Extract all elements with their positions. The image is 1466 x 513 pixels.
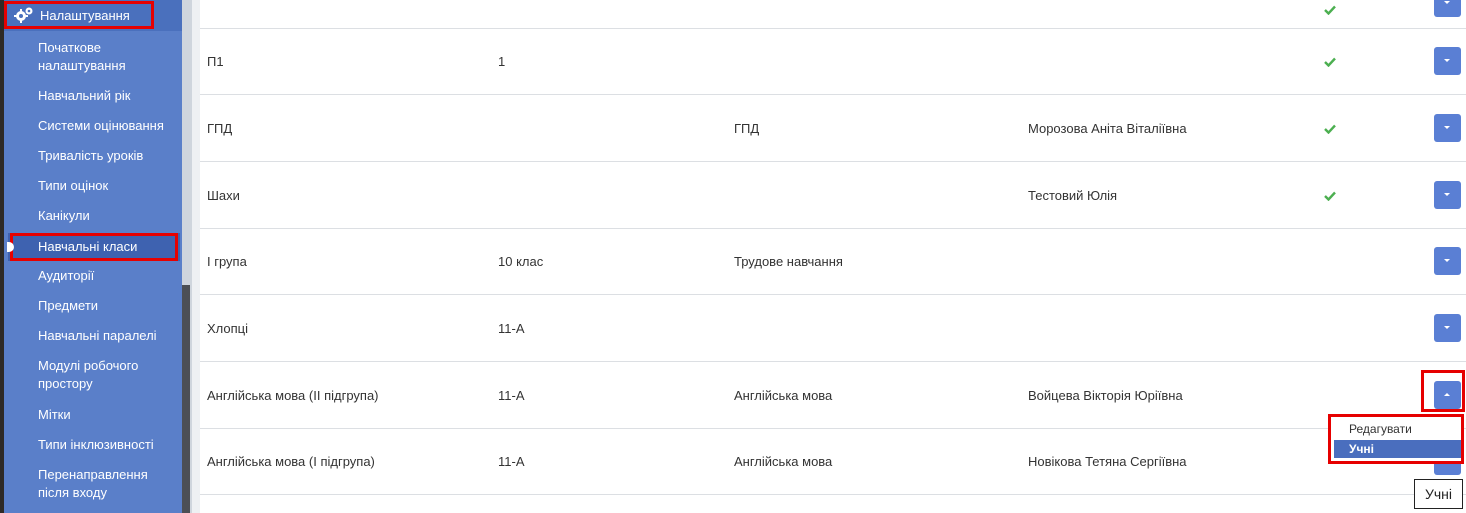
cell-teacher: Морозова Аніта Віталіївна <box>1028 121 1187 136</box>
cell-class: 11-А <box>498 388 525 403</box>
cell-name: Хлопці <box>207 321 249 336</box>
caret-down-icon <box>1444 326 1450 329</box>
cell-subject: Англійська мова <box>734 454 833 469</box>
menu-item-edit[interactable]: Редагувати <box>1334 420 1461 438</box>
sidebar-item-grading-systems[interactable]: Системи оцінювання <box>38 117 178 135</box>
sidebar-item-grade-types[interactable]: Типи оцінок <box>38 177 178 195</box>
cell-teacher: Новікова Тетяна Сергіївна <box>1028 454 1187 469</box>
highlight-box <box>1421 370 1465 412</box>
cell-class: 10 клас <box>498 254 544 269</box>
cell-teacher: Тестовий Юлія <box>1028 188 1118 203</box>
table-row: Хлопці 11-А <box>200 295 1466 362</box>
table-row: ГПД ГПД Морозова Аніта Віталіївна <box>200 95 1466 162</box>
row-actions-menu: Редагувати Учні <box>1328 414 1464 464</box>
check-icon <box>1324 191 1336 201</box>
row-actions-button[interactable] <box>1434 114 1461 142</box>
cell-subject: Англійська мова <box>734 388 833 403</box>
row-actions-button[interactable] <box>1434 181 1461 209</box>
sidebar-item-tags[interactable]: Мітки <box>38 406 178 424</box>
sidebar-item-classes-active[interactable]: Навчальні класи <box>7 233 180 261</box>
sidebar-item-school-year[interactable]: Навчальний рік <box>38 87 178 105</box>
caret-down-icon <box>1444 259 1450 262</box>
content-border <box>192 0 200 513</box>
row-actions-button[interactable] <box>1434 314 1461 342</box>
sidebar-item-subjects[interactable]: Предмети <box>38 297 178 315</box>
cell-class: 11-А <box>498 321 525 336</box>
table-row: Англійська мова (ІІ підгрупа) 11-А Англі… <box>200 362 1466 429</box>
tooltip: Учні <box>1414 479 1463 509</box>
cell-name: ГПД <box>207 121 233 136</box>
check-icon <box>1324 5 1336 15</box>
cell-name: П1 <box>207 54 224 69</box>
sidebar-item-workspace-modules[interactable]: Модулі робочого простору <box>38 357 178 393</box>
check-icon <box>1324 124 1336 134</box>
sidebar-item-rooms[interactable]: Аудиторії <box>38 267 178 285</box>
caret-down-icon <box>1444 1 1450 4</box>
sidebar-item-redirect-after-login[interactable]: Перенаправлення після входу <box>38 466 178 502</box>
caret-down-icon <box>1444 59 1450 62</box>
table-row: І група 10 клас Трудове навчання <box>200 229 1466 295</box>
cell-class: 11-А <box>498 454 525 469</box>
caret-down-icon <box>1444 193 1450 196</box>
cell-subject: Трудове навчання <box>734 254 843 269</box>
row-actions-button[interactable] <box>1434 47 1461 75</box>
cell-class: 1 <box>498 54 506 69</box>
table-row: Англійська мова (І підгрупа) 11-А Англій… <box>200 429 1466 495</box>
cell-name: Англійська мова (І підгрупа) <box>207 454 375 469</box>
row-actions-button[interactable] <box>1434 247 1461 275</box>
row-actions-button[interactable] <box>1434 0 1461 17</box>
cell-teacher: Войцева Вікторія Юріївна <box>1028 388 1183 403</box>
sidebar-scrollbar-thumb[interactable] <box>182 285 190 513</box>
gears-icon <box>14 7 33 23</box>
sidebar-item-initial-setup[interactable]: Початкове налаштування <box>38 39 178 75</box>
sidebar-item-inclusivity-types[interactable]: Типи інклюзивності <box>38 436 178 454</box>
cell-name: І група <box>207 254 247 269</box>
sidebar-item-holidays[interactable]: Канікули <box>38 207 178 225</box>
menu-item-students[interactable]: Учні <box>1334 440 1461 458</box>
sidebar-item-parallels[interactable]: Навчальні паралелі <box>38 327 178 345</box>
sidebar-item-label: Навчальні класи <box>38 239 138 254</box>
cell-name: Англійська мова (ІІ підгрупа) <box>207 388 379 403</box>
check-icon <box>1324 57 1336 67</box>
caret-down-icon <box>1444 126 1450 129</box>
cell-subject: ГПД <box>734 121 760 136</box>
sidebar-item-lesson-duration[interactable]: Тривалість уроків <box>38 147 178 165</box>
sidebar-section-settings[interactable]: Налаштування <box>4 0 182 31</box>
table-row: П1 1 <box>200 29 1466 95</box>
cell-name: Шахи <box>207 188 240 203</box>
sidebar: Налаштування Початкове налаштування Навч… <box>4 0 182 513</box>
table-row <box>200 0 1466 29</box>
sidebar-title: Налаштування <box>40 8 130 23</box>
table-row: Шахи Тестовий Юлія <box>200 162 1466 229</box>
